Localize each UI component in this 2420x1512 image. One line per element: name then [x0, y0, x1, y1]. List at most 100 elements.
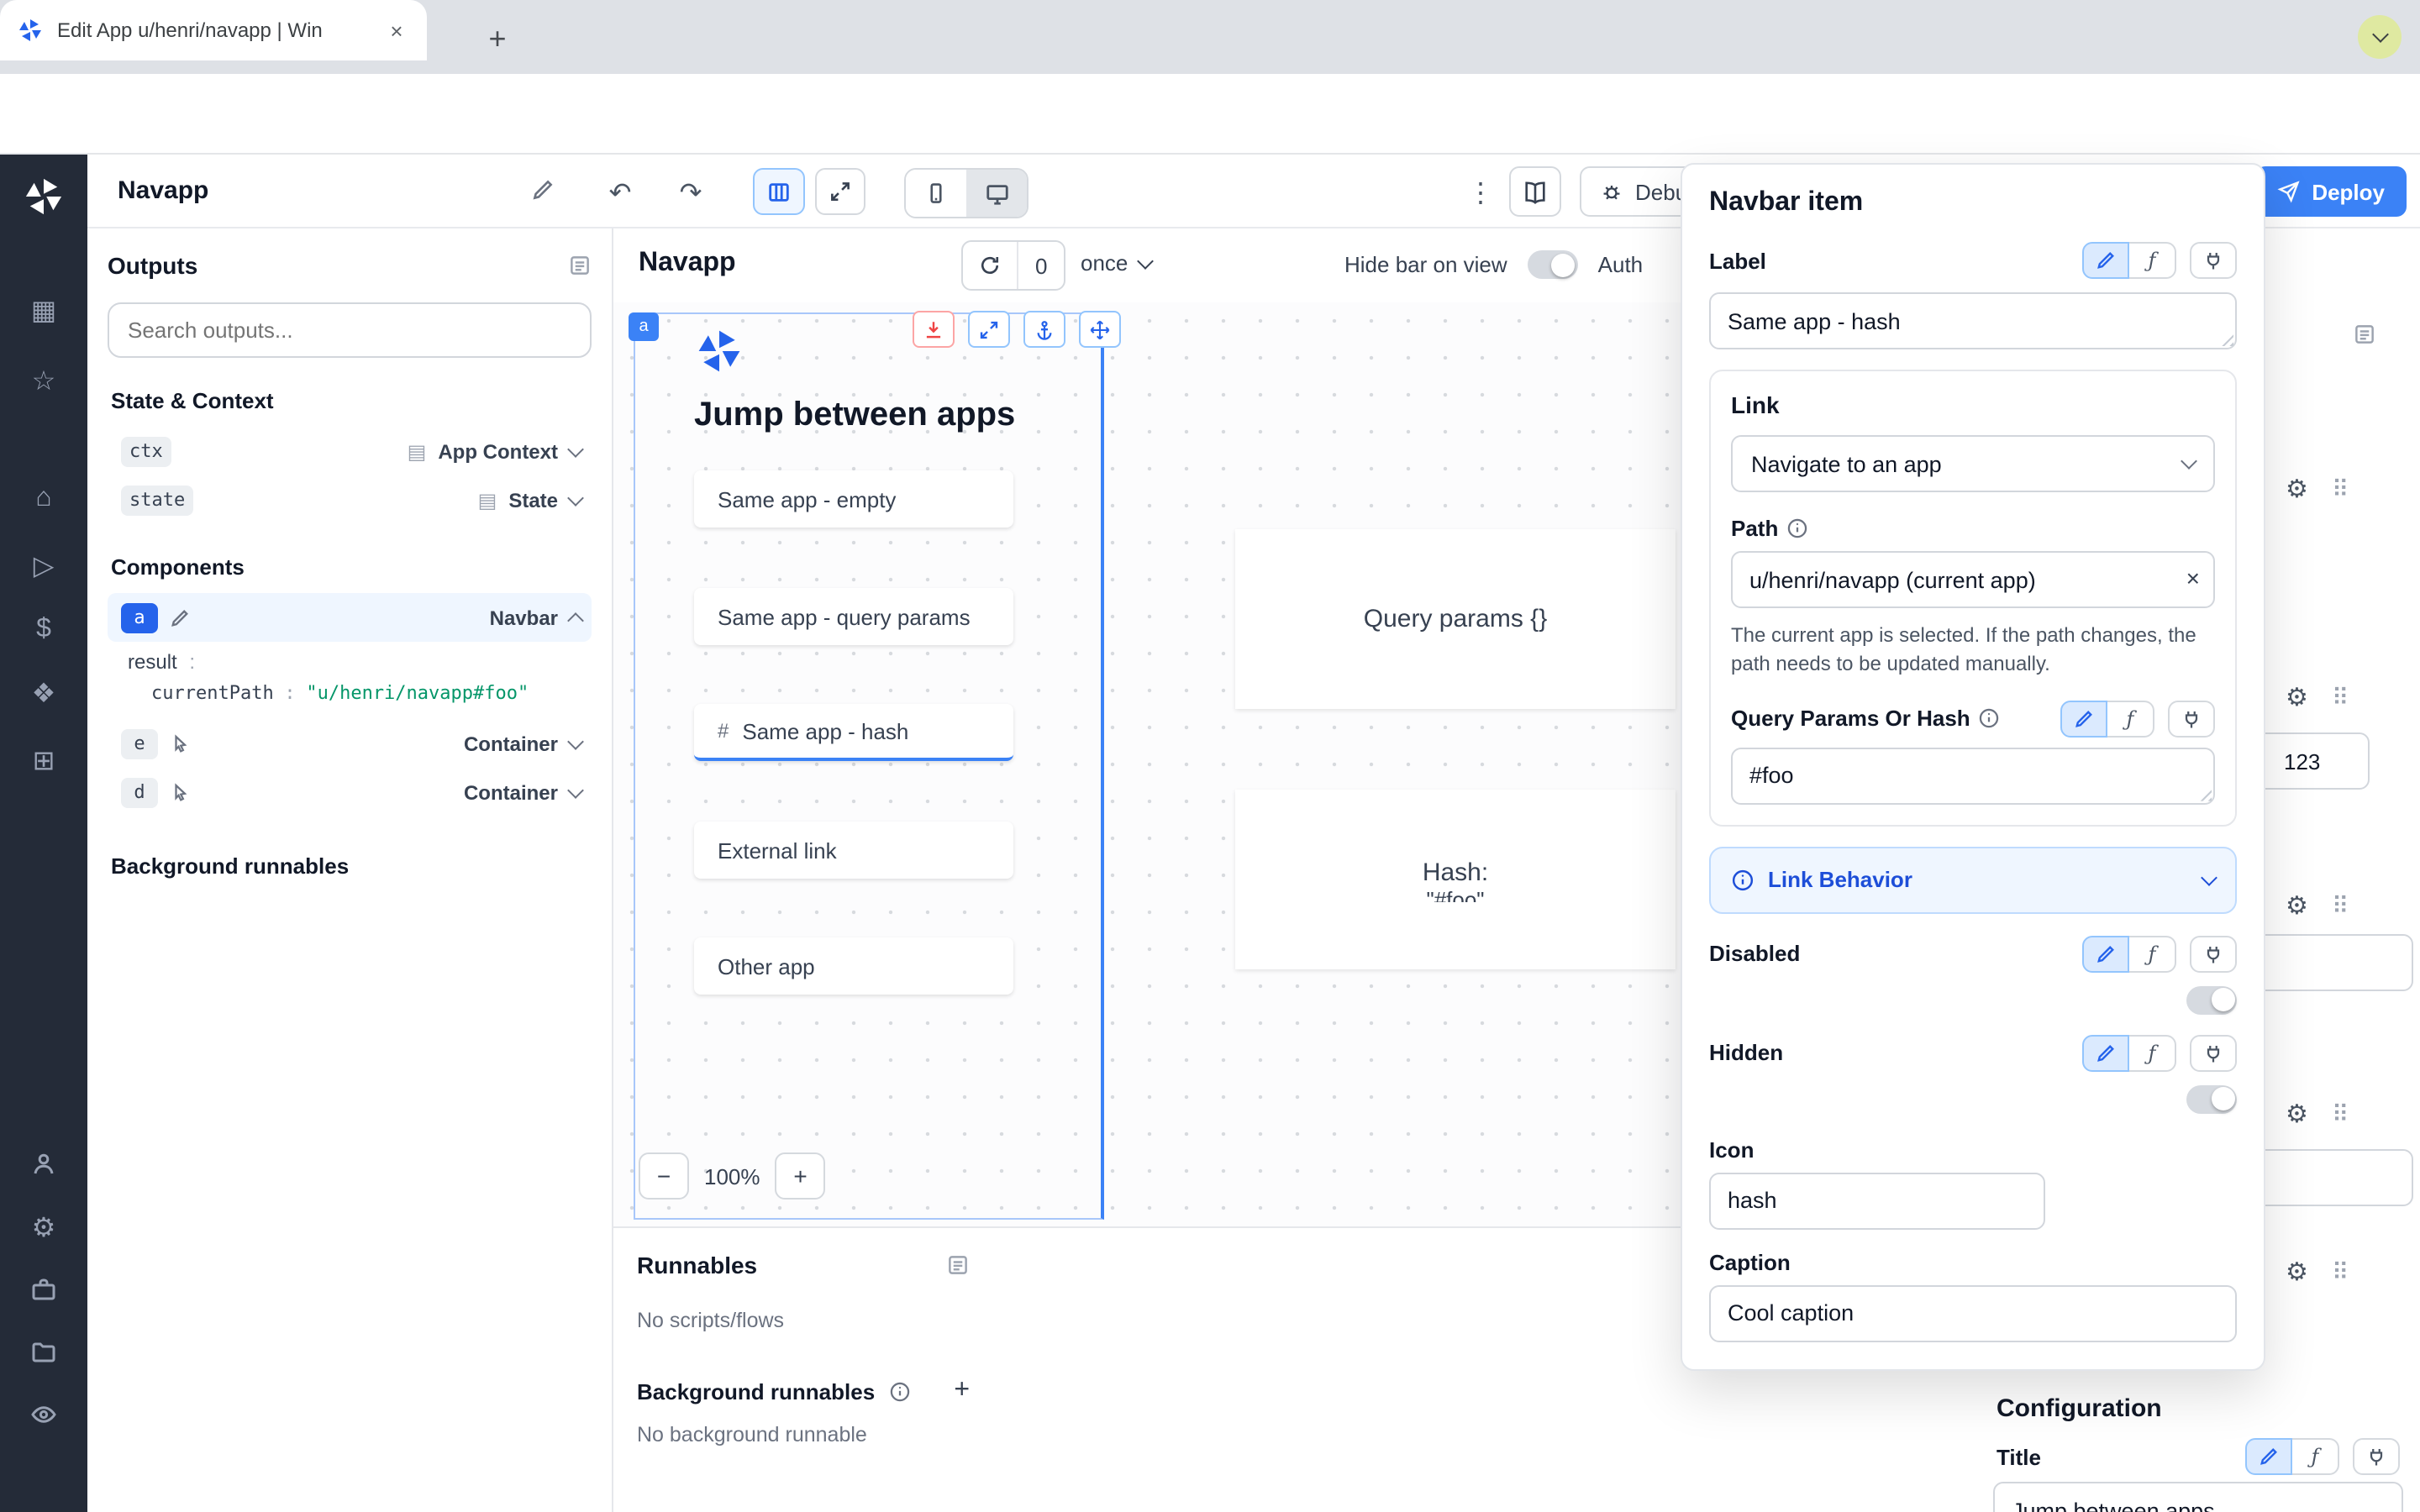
tab-close-icon[interactable]: ×	[383, 17, 410, 44]
edit-pencil-icon[interactable]	[170, 607, 190, 627]
drag-handle-icon[interactable]: ⠿	[2332, 1100, 2348, 1128]
gear-icon[interactable]: ⚙	[2286, 474, 2308, 504]
chevron-down-icon[interactable]	[567, 440, 584, 457]
panel-list-icon[interactable]	[2353, 323, 2376, 346]
rail-runs-play-icon[interactable]: ▷	[0, 541, 87, 591]
windmill-logo-icon[interactable]	[0, 171, 87, 222]
navbar-result-tree: result : currentPath : "u/henri/navapp#f…	[108, 642, 592, 719]
chevron-down-icon[interactable]	[567, 489, 584, 506]
fullscreen-icon[interactable]	[968, 311, 1010, 348]
expand-down-icon[interactable]	[913, 311, 955, 348]
redo-icon[interactable]: ↷	[669, 176, 713, 210]
chevron-down-icon[interactable]	[567, 732, 584, 749]
anchor-icon[interactable]	[1023, 311, 1065, 348]
info-icon[interactable]	[1979, 708, 2001, 730]
component-row-container-d[interactable]: d Container	[108, 768, 592, 816]
info-icon[interactable]	[1786, 517, 1808, 539]
rail-schedules-calendar-icon[interactable]: ⊞	[0, 736, 87, 786]
gear-icon[interactable]: ⚙	[2286, 890, 2308, 921]
rail-audit-eye-icon[interactable]	[0, 1389, 87, 1440]
fx-expression-icon[interactable]: ƒ	[2129, 1035, 2176, 1072]
more-options-kebab-icon[interactable]: ⋮	[1459, 176, 1502, 210]
connect-plug-icon[interactable]	[2190, 936, 2237, 973]
gear-icon[interactable]: ⚙	[2286, 682, 2308, 712]
mobile-preview-button[interactable]	[906, 170, 966, 217]
zoom-out-button[interactable]: −	[639, 1152, 689, 1200]
rail-jobs-briefcase-icon[interactable]	[0, 1265, 87, 1315]
nav-item-same-app-empty[interactable]: Same app - empty	[694, 470, 1013, 528]
browser-tab[interactable]: Edit App u/henri/navapp | Win ×	[0, 0, 427, 60]
disabled-toggle[interactable]	[2186, 986, 2237, 1015]
fx-expression-icon[interactable]: ƒ	[2129, 242, 2176, 279]
rail-workers-person-icon[interactable]	[0, 1139, 87, 1189]
config-title-input[interactable]	[1993, 1482, 2403, 1512]
rail-resources-icon[interactable]: ❖	[0, 669, 87, 719]
panel-list-icon[interactable]	[568, 254, 592, 277]
fx-expression-icon[interactable]: ƒ	[2129, 936, 2176, 973]
new-tab-button[interactable]: +	[476, 17, 519, 60]
link-behavior-collapsible[interactable]: Link Behavior	[1709, 847, 2237, 914]
fx-expression-icon[interactable]: ƒ	[2107, 701, 2154, 738]
search-outputs-input[interactable]	[108, 302, 592, 358]
layout-columns-button[interactable]	[753, 168, 805, 215]
deploy-button[interactable]: Deploy	[2254, 166, 2407, 217]
move-icon[interactable]	[1079, 311, 1121, 348]
connect-plug-icon[interactable]	[2190, 1035, 2237, 1072]
browser-profile-chip[interactable]	[2358, 15, 2402, 59]
nav-item-other-app[interactable]: Other app	[694, 937, 1013, 995]
drag-handle-icon[interactable]: ⠿	[2332, 475, 2348, 503]
connect-plug-icon[interactable]	[2168, 701, 2215, 738]
fullscreen-expand-button[interactable]	[815, 168, 865, 215]
hide-bar-toggle[interactable]	[1528, 250, 1578, 279]
undo-icon[interactable]: ↶	[598, 176, 642, 210]
chevron-up-icon[interactable]	[567, 612, 584, 628]
drag-handle-icon[interactable]: ⠿	[2332, 891, 2348, 920]
link-type-select[interactable]: Navigate to an app	[1731, 435, 2215, 492]
rail-settings-gear-icon[interactable]: ⚙	[0, 1203, 87, 1253]
drag-handle-icon[interactable]: ⠿	[2332, 1257, 2348, 1286]
chevron-down-icon	[2181, 453, 2197, 470]
label-input[interactable]	[1709, 292, 2237, 349]
hidden-toggle[interactable]	[2186, 1085, 2237, 1114]
fx-expression-icon[interactable]: ƒ	[2292, 1438, 2339, 1475]
rail-grid-icon[interactable]: ▦	[0, 286, 87, 336]
nav-item-same-app-hash[interactable]: # Same app - hash	[694, 704, 1013, 761]
info-icon[interactable]	[888, 1380, 910, 1402]
rail-folders-icon[interactable]	[0, 1327, 87, 1378]
edit-pencil-icon[interactable]	[2082, 242, 2129, 279]
output-row-ctx[interactable]: ctx ▤ App Context	[108, 427, 592, 475]
connect-plug-icon[interactable]	[2353, 1438, 2400, 1475]
rail-favorites-star-icon[interactable]: ☆	[0, 356, 87, 407]
component-row-container-e[interactable]: e Container	[108, 719, 592, 768]
edit-pencil-icon[interactable]	[2082, 936, 2129, 973]
docs-book-button[interactable]	[1509, 166, 1561, 217]
connect-plug-icon[interactable]	[2190, 242, 2237, 279]
caption-input[interactable]	[1709, 1285, 2237, 1342]
drag-handle-icon[interactable]: ⠿	[2332, 683, 2348, 711]
icon-input[interactable]	[1709, 1173, 2045, 1230]
output-row-state[interactable]: state ▤ State	[108, 475, 592, 524]
rail-home-icon[interactable]: ⌂	[0, 474, 87, 524]
query-params-card[interactable]: Query params {}	[1235, 529, 1676, 709]
edit-pencil-icon[interactable]	[2245, 1438, 2292, 1475]
nav-item-external-link[interactable]: External link	[694, 822, 1013, 879]
edit-pencil-icon[interactable]	[2060, 701, 2107, 738]
nav-item-query-params[interactable]: Same app - query params	[694, 588, 1013, 645]
recompute-mode-dropdown[interactable]: once	[1081, 250, 1151, 276]
panel-list-icon[interactable]	[946, 1253, 970, 1277]
zoom-in-button[interactable]: +	[776, 1152, 826, 1200]
path-input[interactable]	[1731, 551, 2215, 608]
recompute-counter[interactable]: 0	[961, 240, 1065, 291]
edit-name-pencil-icon[interactable]	[521, 178, 565, 202]
hash-card[interactable]: Hash: "#foo"	[1235, 790, 1676, 969]
chevron-down-icon[interactable]	[567, 781, 584, 798]
desktop-preview-button[interactable]	[966, 170, 1027, 217]
rail-variables-dollar-icon[interactable]: $	[0, 605, 87, 655]
gear-icon[interactable]: ⚙	[2286, 1099, 2308, 1129]
clear-path-icon[interactable]: ×	[2186, 564, 2200, 591]
add-background-runnable-button[interactable]: +	[954, 1376, 970, 1406]
gear-icon[interactable]: ⚙	[2286, 1257, 2308, 1287]
edit-pencil-icon[interactable]	[2082, 1035, 2129, 1072]
component-row-navbar[interactable]: a Navbar	[108, 593, 592, 642]
query-params-input[interactable]	[1731, 748, 2215, 805]
